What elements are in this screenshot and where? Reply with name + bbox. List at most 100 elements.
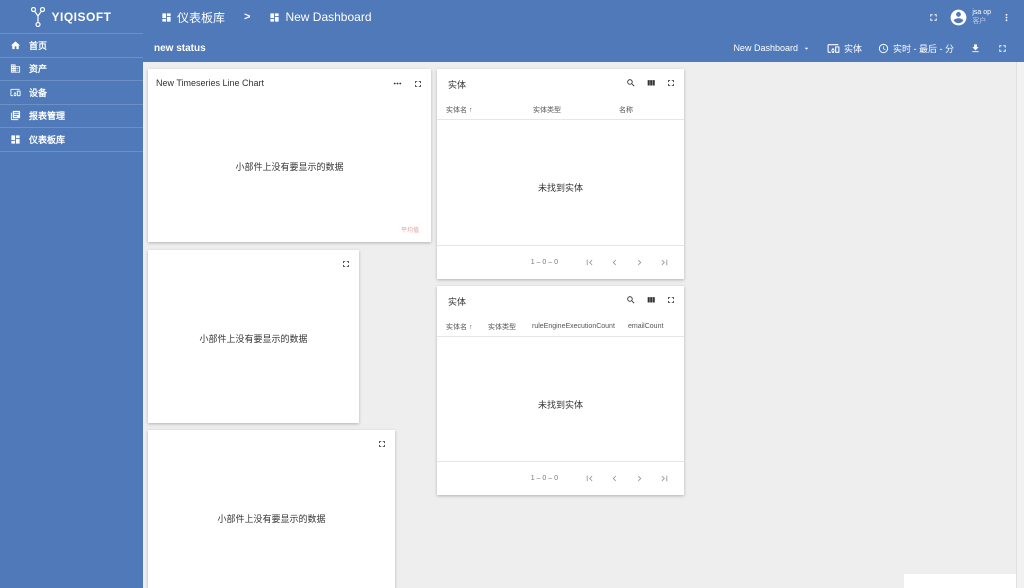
dashboard-icon [11, 135, 20, 144]
entities-label: 实体 [843, 43, 862, 54]
breadcrumb-separator: > [244, 11, 251, 23]
sidebar-item-label: 资产 [29, 64, 48, 75]
brand-logo[interactable]: YIQISOFT [0, 0, 143, 34]
arrow-drop-down-icon [804, 47, 809, 50]
breadcrumb-parent[interactable]: 仪表板库 [177, 9, 225, 26]
no-entities-message: 未找到实体 [537, 400, 583, 410]
user-name: jsa op [972, 9, 991, 16]
entities-button[interactable]: 实体 [827, 42, 862, 55]
device-icon [10, 88, 21, 96]
dashboard-select[interactable]: New Dashboard [733, 43, 811, 53]
fullscreen-icon [668, 297, 674, 303]
sidebar-item-devices[interactable]: 设备 [0, 81, 143, 105]
logo-icon [31, 6, 46, 27]
table-header: 实体名 ↑ 实体类型 名称 [437, 100, 684, 120]
asset-icon [10, 64, 21, 73]
devices-icon [827, 43, 840, 53]
column-header-entity-type[interactable]: 实体类型 [533, 105, 561, 115]
columns-button[interactable] [646, 295, 656, 305]
sidebar-item-label: 报表管理 [29, 111, 66, 122]
brand-name: YIQISOFT [51, 9, 112, 24]
no-entities-message: 未找到实体 [537, 183, 583, 193]
more-vert-icon [1005, 13, 1008, 21]
column-header-entity-name[interactable]: 实体名 ↑ [446, 105, 472, 115]
export-button[interactable] [970, 43, 981, 54]
widget-fullscreen-button[interactable] [341, 259, 351, 269]
sidebar-item-home[interactable]: 首页 [0, 34, 143, 58]
search-icon [627, 296, 635, 304]
user-menu-button[interactable] [1001, 11, 1012, 24]
next-page-button[interactable] [634, 473, 645, 484]
timewindow-button[interactable]: 实时 - 最后 - 分 [878, 42, 954, 55]
last-page-icon [661, 259, 668, 266]
widget-fullscreen-button[interactable] [377, 439, 387, 449]
widget-tools [626, 78, 676, 88]
column-header-entity-name[interactable]: 实体名 ↑ [446, 322, 472, 332]
previous-page-button[interactable] [609, 473, 620, 484]
legend-label: 平均值 [400, 228, 419, 234]
table-header: 实体名 ↑ 实体类型 ruleEngineExecutionCount emai… [437, 317, 684, 337]
column-header-rule-engine-count[interactable]: ruleEngineExecutionCount [532, 323, 615, 330]
sidebar-item-label: 首页 [29, 40, 48, 51]
vertical-scrollbar[interactable] [1016, 62, 1024, 588]
columns-button[interactable] [646, 78, 656, 88]
last-page-button[interactable] [659, 257, 670, 268]
view-column-icon [647, 80, 655, 86]
fullscreen-icon [415, 80, 421, 87]
download-icon [972, 43, 979, 52]
search-button[interactable] [626, 295, 636, 305]
sidebar-item-dashboards[interactable]: 仪表板库 [0, 128, 143, 152]
more-horiz-icon [393, 82, 402, 85]
view-column-icon [647, 297, 655, 303]
scroll-corner [904, 574, 1016, 588]
widget-tools [377, 439, 387, 449]
clock-icon [878, 43, 889, 53]
last-page-button[interactable] [659, 473, 670, 484]
dashboard-icon [270, 12, 280, 22]
search-button[interactable] [626, 78, 636, 88]
dashboard-actions: New Dashboard 实体 实时 - 最后 - 分 [733, 42, 1024, 55]
fullscreen-icon [379, 441, 385, 447]
column-header-email-count[interactable]: emailCount [628, 323, 663, 330]
chevron-left-icon [612, 259, 617, 266]
dashboard-icon [162, 12, 171, 22]
widget-title: 实体 [448, 297, 467, 307]
fullscreen-button[interactable] [928, 12, 939, 23]
first-page-icon [586, 475, 593, 482]
empty-widget: 小部件上没有要显示的数据 [148, 430, 395, 588]
first-page-button[interactable] [584, 257, 595, 268]
previous-page-button[interactable] [609, 257, 620, 268]
pagination: 1 – 0 – 0 [437, 245, 684, 279]
widget-fullscreen-button[interactable] [666, 78, 676, 88]
chevron-right-icon [637, 475, 642, 482]
next-page-button[interactable] [634, 257, 645, 268]
sidebar-item-assets[interactable]: 资产 [0, 58, 143, 81]
top-bar: 仪表板库 > New Dashboard jsa op 客户 [143, 0, 1024, 34]
widget-title: 实体 [448, 80, 467, 90]
column-header-name[interactable]: 名称 [619, 105, 633, 115]
widget-title: New Timeseries Line Chart [156, 78, 265, 88]
topbar-actions: jsa op 客户 [928, 8, 1024, 27]
dashboard-fullscreen-button[interactable] [997, 43, 1008, 54]
pagination: 1 – 0 – 0 [437, 461, 684, 495]
sidebar-item-reports[interactable]: 报表管理 [0, 105, 143, 128]
home-icon [10, 41, 21, 49]
widget-fullscreen-button[interactable] [413, 79, 423, 89]
widget-fullscreen-button[interactable] [666, 295, 676, 305]
column-header-entity-type[interactable]: 实体类型 [488, 322, 516, 332]
no-data-message: 小部件上没有要显示的数据 [199, 334, 308, 344]
dashboard-select-value: New Dashboard [733, 43, 798, 53]
first-page-icon [586, 259, 593, 266]
account-circle-icon [950, 9, 967, 25]
search-icon [627, 79, 635, 87]
widget-tools [626, 295, 676, 305]
fullscreen-icon [930, 13, 938, 21]
more-button[interactable] [392, 78, 403, 89]
sidebar-item-label: 设备 [29, 87, 48, 98]
avatar[interactable] [949, 8, 968, 27]
widget-tools [341, 259, 351, 269]
timeseries-chart-widget: New Timeseries Line Chart 小部件上没有要显示的数据 平… [148, 69, 431, 242]
pagination-range: 1 – 0 – 0 [530, 259, 558, 266]
first-page-button[interactable] [584, 473, 595, 484]
sidebar-item-label: 仪表板库 [29, 134, 66, 145]
